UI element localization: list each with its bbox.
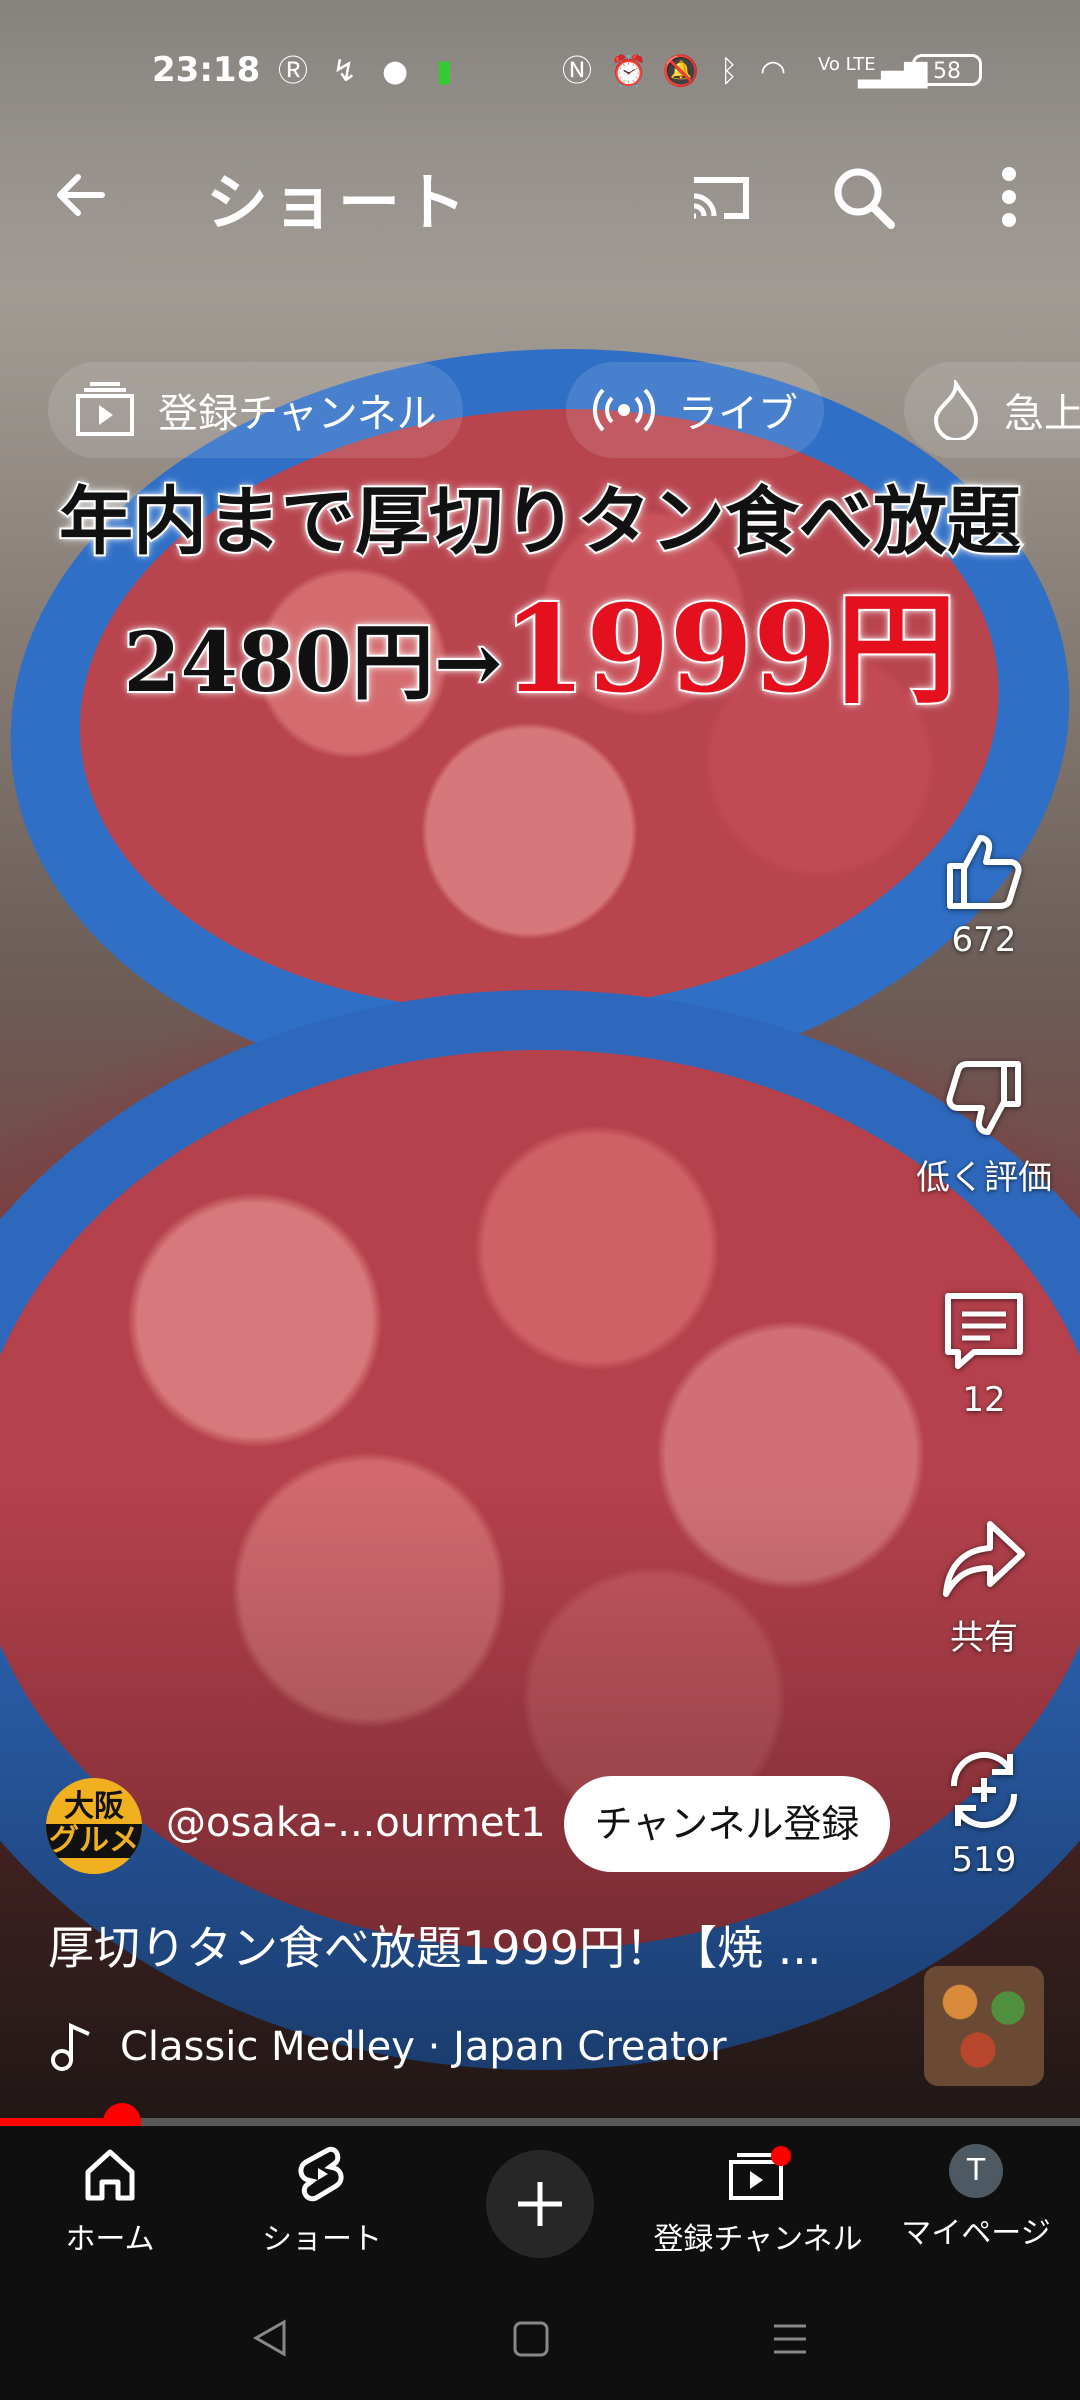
nav-home-label: ホーム — [65, 2222, 155, 2257]
old-price: 2480円→ — [122, 613, 505, 713]
chip-subscriptions[interactable]: 登録チャンネル — [48, 362, 463, 458]
nav-shorts-label: ショート — [262, 2222, 382, 2257]
mute-icon: 🔕 — [662, 54, 700, 89]
chip-trending[interactable]: 急上 — [904, 362, 1080, 458]
system-navigation-bar — [0, 2276, 1080, 2400]
comment-icon — [945, 1293, 1023, 1369]
chip-label: 登録チャンネル — [158, 391, 437, 437]
nfc-icon: Ⓝ — [562, 54, 592, 89]
back-arrow-icon[interactable] — [50, 165, 110, 225]
music-note-icon — [51, 2022, 90, 2071]
missed-call-icon: ↯ — [332, 54, 358, 89]
chip-live[interactable]: ライブ — [566, 362, 824, 458]
top-app-bar: ショート — [0, 140, 1080, 250]
share-button[interactable]: 共有 — [900, 1516, 1068, 1659]
r-link-icon: Ⓡ — [278, 54, 308, 89]
nav-home[interactable]: ホーム — [40, 2144, 180, 2258]
bluetooth-icon: ᛒ — [720, 54, 738, 89]
music-link[interactable]: Classic Medley · Japan Creator — [48, 2022, 727, 2072]
create-button[interactable] — [486, 2150, 594, 2258]
system-recents-icon[interactable] — [770, 2320, 810, 2358]
remix-button[interactable]: 519 — [900, 1746, 1068, 1880]
nav-mypage-label: マイページ — [901, 2216, 1051, 2251]
system-back-icon[interactable] — [252, 2318, 288, 2358]
nav-shorts[interactable]: ショート — [252, 2144, 392, 2258]
user-avatar: T — [949, 2144, 1003, 2198]
status-time: 23:18 — [152, 50, 261, 90]
video-progress-bar[interactable] — [0, 2103, 1080, 2141]
wifi-icon: ◠ — [760, 54, 787, 89]
alarm-icon: ⏰ — [610, 54, 648, 89]
subscriptions-icon — [729, 2146, 791, 2200]
subscribe-button[interactable]: チャンネル登録 — [564, 1776, 890, 1872]
line-app-icon: ● — [382, 54, 409, 89]
chip-label: ライブ — [678, 391, 798, 437]
remix-count: 519 — [951, 1840, 1017, 1880]
like-button[interactable]: 672 — [900, 826, 1068, 960]
subscriptions-icon — [76, 382, 134, 436]
avatar-text-bottom: グルメ — [46, 1824, 142, 1858]
home-icon — [85, 2149, 135, 2201]
search-icon[interactable] — [828, 162, 898, 232]
nav-mypage[interactable]: T マイページ — [896, 2144, 1056, 2252]
video-title[interactable]: 厚切りタン食べ放題1999円！【焼 ... — [48, 1912, 822, 1978]
avatar-text-top: 大阪 — [64, 1789, 124, 1824]
plus-icon — [518, 2182, 562, 2226]
new-price: 1999円 — [500, 577, 958, 722]
nav-subscriptions-label: 登録チャンネル — [653, 2222, 863, 2257]
remix-icon — [950, 1751, 1018, 1829]
status-bar: 23:18 Ⓡ ↯ ● ▮ Ⓝ ⏰ 🔕 ᛒ ◠ Vo LTE ▂▄▆ 58 — [0, 40, 1080, 104]
system-home-icon[interactable] — [512, 2320, 550, 2358]
dislike-button[interactable]: 低く評価 — [900, 1056, 1068, 1199]
thumbs-down-icon — [946, 1061, 1021, 1135]
like-count: 672 — [951, 920, 1017, 960]
channel-avatar[interactable]: 大阪 グルメ — [46, 1778, 142, 1874]
channel-handle[interactable]: @osaka-...ourmet1 — [166, 1800, 546, 1846]
video-overlay-price: 2480円→1999円 — [0, 552, 1080, 726]
shorts-icon — [298, 2146, 344, 2202]
share-arrow-icon — [943, 1521, 1025, 1597]
thumbs-up-icon — [947, 835, 1022, 909]
sound-thumbnail[interactable] — [924, 1966, 1044, 2086]
trending-flame-icon — [933, 380, 979, 440]
share-label: 共有 — [950, 1618, 1018, 1658]
chip-label: 急上 — [1004, 391, 1080, 437]
nav-subscriptions[interactable]: 登録チャンネル — [648, 2144, 868, 2258]
battery-icon: 58 — [912, 54, 982, 86]
live-icon — [593, 388, 655, 432]
bottom-navigation: ホーム ショート 登録チャンネル T マイページ — [0, 2126, 1080, 2276]
battery-saver-icon: ▮ — [436, 54, 453, 89]
page-title: ショート — [206, 166, 471, 239]
dislike-label: 低く評価 — [916, 1158, 1052, 1198]
comment-count: 12 — [962, 1380, 1006, 1420]
more-vert-icon[interactable] — [974, 162, 1044, 232]
music-label: Classic Medley · Japan Creator — [120, 2024, 727, 2070]
comments-button[interactable]: 12 — [900, 1286, 1068, 1420]
cast-icon[interactable] — [686, 162, 756, 232]
